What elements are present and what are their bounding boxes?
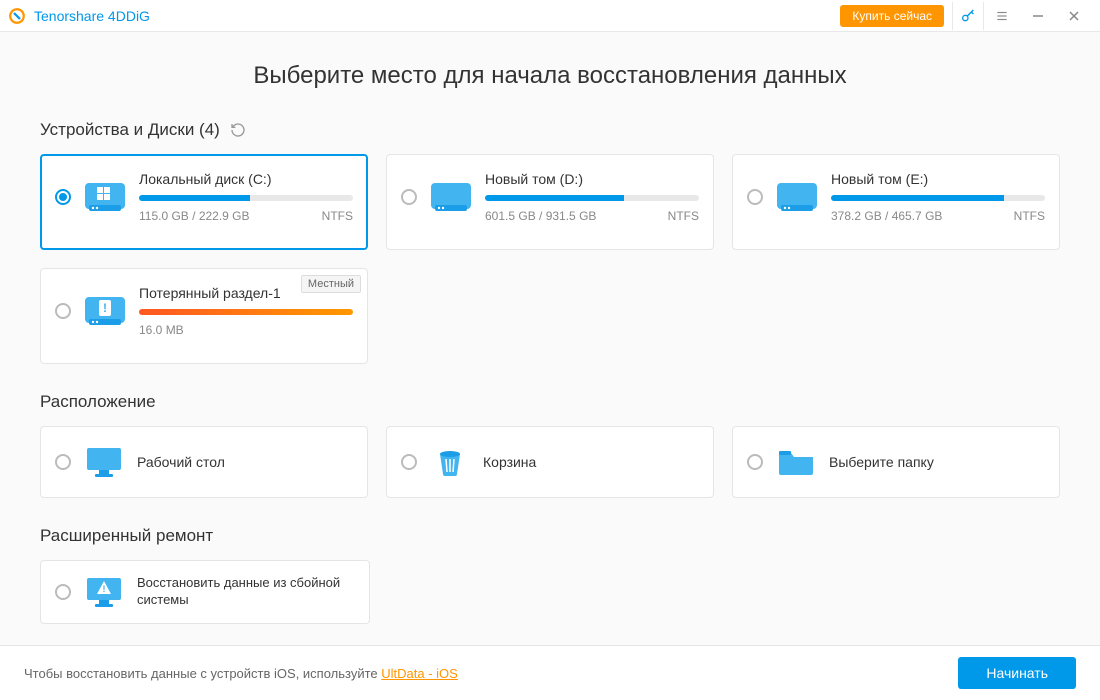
drive-radio[interactable] [55,303,71,319]
location-label: Корзина [483,454,536,470]
location-card[interactable]: Рабочий стол [40,426,368,498]
drive-body: Новый том (D:) 601.5 GB / 931.5 GB NTFS [485,171,699,223]
devices-section-label: Устройства и Диски (4) [40,120,220,140]
footer-link-ultdata[interactable]: UltData - iOS [381,666,458,681]
advanced-section-label: Расширенный ремонт [40,526,213,546]
locations-grid: Рабочий стол Корзина Выберите папку [40,426,1060,498]
location-label: Рабочий стол [137,454,225,470]
drive-footer: 601.5 GB / 931.5 GB NTFS [485,209,699,223]
drive-filesystem: NTFS [322,209,353,223]
titlebar: Tenorshare 4DDiG Купить сейчас [0,0,1100,32]
drive-size: 16.0 MB [139,323,184,337]
drive-icon [83,177,127,215]
drive-footer: 378.2 GB / 465.7 GB NTFS [831,209,1045,223]
drive-radio[interactable] [401,189,417,205]
advanced-radio[interactable] [55,584,71,600]
refresh-icon[interactable] [230,122,246,138]
advanced-grid: ! Восстановить данные из сбойной системы [40,560,1060,624]
drive-size: 115.0 GB / 222.9 GB [139,209,250,223]
drives-grid: Локальный диск (C:) 115.0 GB / 222.9 GB NT… [40,154,1060,364]
desktop-icon [85,446,123,478]
drive-name: Новый том (E:) [831,171,1045,187]
drive-icon [429,177,473,215]
drive-usage-bar [139,195,353,201]
drive-card[interactable]: Новый том (D:) 601.5 GB / 931.5 GB NTFS [386,154,714,250]
drive-size: 378.2 GB / 465.7 GB [831,209,942,223]
app-title: Tenorshare 4DDiG [34,8,150,24]
locations-section-label: Расположение [40,392,156,412]
main-content: Выберите место для начала восстановления… [0,32,1100,645]
location-radio[interactable] [747,454,763,470]
drive-card[interactable]: Новый том (E:) 378.2 GB / 465.7 GB NTFS [732,154,1060,250]
footer: Чтобы восстановить данные с устройств iO… [0,645,1100,700]
page-title: Выберите место для начала восстановления… [40,62,1060,90]
close-icon[interactable] [1056,2,1092,30]
drive-filesystem: NTFS [668,209,699,223]
location-card[interactable]: Выберите папку [732,426,1060,498]
app-logo-icon [8,7,26,25]
drive-icon [775,177,819,215]
buy-now-button[interactable]: Купить сейчас [840,5,944,27]
advanced-label: Восстановить данные из сбойной системы [137,575,355,609]
drive-body: Локальный диск (C:) 115.0 GB / 222.9 GB NT… [139,171,353,223]
drive-card[interactable]: Локальный диск (C:) 115.0 GB / 222.9 GB NT… [40,154,368,250]
drive-usage-bar [139,309,353,315]
drive-size: 601.5 GB / 931.5 GB [485,209,596,223]
drive-badge: Местный [301,275,361,293]
titlebar-left: Tenorshare 4DDiG [8,7,150,25]
svg-text:!: ! [103,584,106,594]
location-card[interactable]: Корзина [386,426,714,498]
drive-body: Новый том (E:) 378.2 GB / 465.7 GB NTFS [831,171,1045,223]
advanced-card[interactable]: ! Восстановить данные из сбойной системы [40,560,370,624]
drive-footer: 115.0 GB / 222.9 GB NTFS [139,209,353,223]
minimize-icon[interactable] [1020,2,1056,30]
drive-filesystem: NTFS [1014,209,1045,223]
footer-text: Чтобы восстановить данные с устройств iO… [24,666,458,681]
crashed-icon: ! [85,576,123,608]
advanced-section-header: Расширенный ремонт [40,526,1060,546]
drive-footer: 16.0 MB [139,323,353,337]
devices-section-header: Устройства и Диски (4) [40,120,1060,140]
drive-usage-bar [831,195,1045,201]
location-radio[interactable] [401,454,417,470]
folder-icon [777,446,815,478]
license-key-icon[interactable] [952,2,984,30]
trash-icon [431,446,469,478]
drive-card[interactable]: Местный!Потерянный раздел-116.0 MB [40,268,368,364]
drive-radio[interactable] [55,189,71,205]
footer-prefix: Чтобы восстановить данные с устройств iO… [24,666,381,681]
drive-usage-bar [485,195,699,201]
location-label: Выберите папку [829,454,934,470]
locations-section-header: Расположение [40,392,1060,412]
drive-icon: ! [83,291,127,329]
start-button[interactable]: Начинать [958,657,1076,689]
location-radio[interactable] [55,454,71,470]
drive-name: Локальный диск (C:) [139,171,353,187]
drive-radio[interactable] [747,189,763,205]
svg-text:!: ! [103,301,107,315]
drive-name: Новый том (D:) [485,171,699,187]
titlebar-right: Купить сейчас [840,2,1092,30]
menu-icon[interactable] [984,2,1020,30]
